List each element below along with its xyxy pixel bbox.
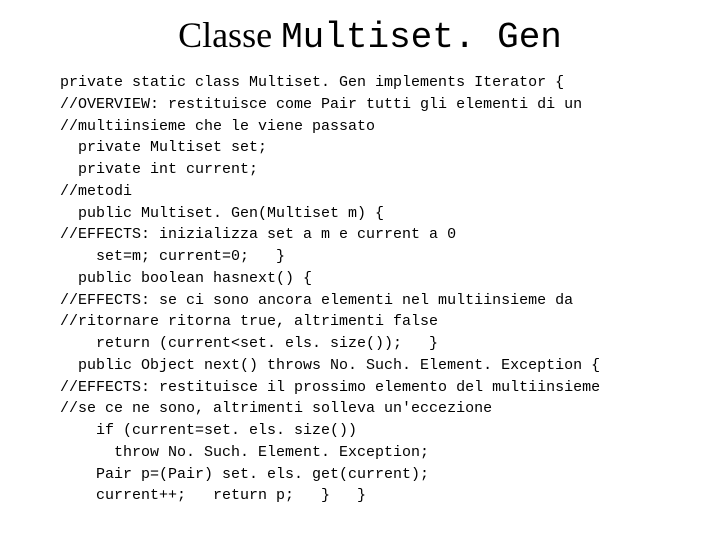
slide-title: Classe Multiset. Gen	[60, 14, 680, 58]
slide: Classe Multiset. Gen private static clas…	[0, 0, 720, 540]
title-serif-part: Classe	[178, 15, 281, 55]
code-block: private static class Multiset. Gen imple…	[60, 72, 680, 507]
title-mono-part: Multiset. Gen	[281, 17, 562, 58]
